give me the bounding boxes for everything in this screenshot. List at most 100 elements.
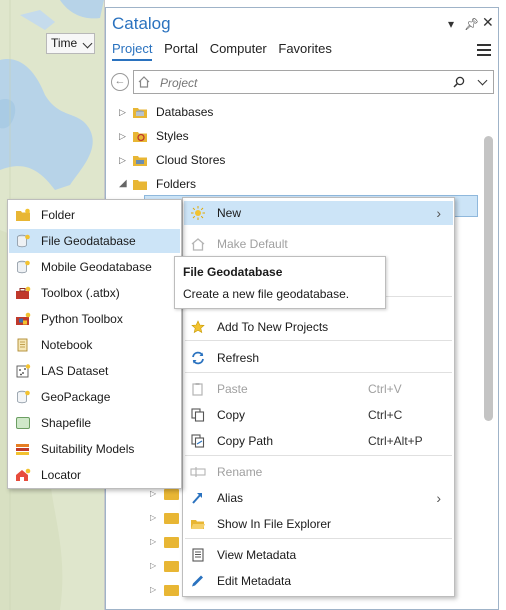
menu-separator xyxy=(185,340,452,341)
menu-item-label: New xyxy=(217,206,242,220)
tree-item-folders[interactable]: ◢ Folders xyxy=(106,173,476,195)
expand-icon[interactable]: ▷ xyxy=(119,149,126,171)
copy-path-icon xyxy=(191,434,205,448)
time-dropdown[interactable]: Time xyxy=(46,33,95,54)
toolbox-icon xyxy=(16,286,31,299)
time-dropdown-label: Time xyxy=(51,36,78,50)
menu-item-python-toolbox[interactable]: Python Toolbox xyxy=(9,307,180,331)
menu-item-label: Copy Path xyxy=(217,434,274,448)
tree-item-label: Folders xyxy=(156,177,197,191)
expand-icon[interactable]: ▷ xyxy=(150,489,156,498)
tree-item-styles[interactable]: ▷ Styles xyxy=(106,125,476,147)
folder-open-icon xyxy=(191,520,205,529)
menu-item-locator[interactable]: Locator xyxy=(9,463,180,487)
tooltip-title: File Geodatabase xyxy=(183,265,283,279)
chevron-right-icon: › xyxy=(436,490,441,506)
menu-item-label: Shapefile xyxy=(41,416,92,430)
tree-item-cloud-stores[interactable]: ▷ Cloud Stores xyxy=(106,149,476,171)
search-icon[interactable] xyxy=(453,76,465,88)
cloud-store-icon xyxy=(133,156,147,166)
menu-item-refresh[interactable]: Refresh xyxy=(184,346,453,370)
collapse-icon[interactable]: ◢ xyxy=(119,173,127,195)
menu-separator xyxy=(185,455,452,456)
menu-item-label: View Metadata xyxy=(217,548,297,562)
menu-item-label: Show In File Explorer xyxy=(217,517,332,531)
home-icon xyxy=(191,238,205,251)
expand-icon[interactable]: ▷ xyxy=(119,125,126,147)
folders-icon xyxy=(133,180,147,190)
tab-favorites[interactable]: Favorites xyxy=(278,41,331,56)
styles-icon xyxy=(133,132,147,142)
pin-icon[interactable]: 📌︎ xyxy=(464,17,479,31)
menu-item-label: GeoPackage xyxy=(41,390,111,404)
tab-project[interactable]: Project xyxy=(112,41,153,61)
geopackage-icon xyxy=(17,390,30,404)
menu-item-geopackage[interactable]: GeoPackage xyxy=(9,385,180,409)
menu-separator xyxy=(185,538,452,539)
menu-separator xyxy=(185,372,452,373)
menu-item-view-metadata[interactable]: View Metadata xyxy=(184,543,453,567)
menu-item-label: Toolbox (.atbx) xyxy=(41,286,120,300)
menu-item-make-default[interactable]: Make Default xyxy=(184,232,453,256)
menu-item-suitability-models[interactable]: Suitability Models xyxy=(9,437,180,461)
folder-icon xyxy=(164,513,179,524)
menu-item-toolbox[interactable]: Toolbox (.atbx) xyxy=(9,281,180,305)
menu-item-add-to-new-projects[interactable]: Add To New Projects xyxy=(184,315,453,339)
menu-item-label: Make Default xyxy=(217,237,288,251)
new-icon xyxy=(191,206,205,220)
back-button[interactable]: ← xyxy=(111,73,129,91)
menu-item-edit-metadata[interactable]: Edit Metadata xyxy=(184,569,453,593)
expand-icon[interactable]: ▷ xyxy=(119,101,126,123)
menu-item-label: Suitability Models xyxy=(41,442,135,456)
menu-item-file-geodatabase[interactable]: File Geodatabase xyxy=(9,229,180,253)
menu-item-new[interactable]: New › xyxy=(184,201,453,225)
folder-icon xyxy=(164,537,179,548)
folder-icon xyxy=(164,561,179,572)
close-icon[interactable]: ✕ xyxy=(482,14,494,31)
expand-icon[interactable]: ▷ xyxy=(150,513,156,522)
shapefile-icon xyxy=(16,417,30,429)
tab-portal[interactable]: Portal xyxy=(164,41,198,56)
catalog-tabs: Project Portal Computer Favorites xyxy=(112,41,340,61)
menu-item-shapefile[interactable]: Shapefile xyxy=(9,411,180,435)
menu-item-mobile-geodatabase[interactable]: Mobile Geodatabase xyxy=(9,255,180,279)
menu-item-notebook[interactable]: Notebook xyxy=(9,333,180,357)
home-icon xyxy=(138,76,150,88)
chevron-down-icon[interactable]: ▾ xyxy=(448,17,454,31)
expand-icon[interactable]: ▷ xyxy=(150,561,156,570)
menu-item-paste[interactable]: Paste Ctrl+V xyxy=(184,377,453,401)
menu-item-label: Paste xyxy=(217,382,248,396)
menu-item-las-dataset[interactable]: LAS Dataset xyxy=(9,359,180,383)
search-input[interactable] xyxy=(158,73,432,93)
pane-title: Catalog xyxy=(112,14,171,33)
menu-item-label: Mobile Geodatabase xyxy=(41,260,152,274)
folder-new-icon xyxy=(16,208,30,221)
locator-icon xyxy=(16,468,31,481)
menu-item-folder[interactable]: Folder xyxy=(9,203,180,227)
folder-icon xyxy=(164,585,179,596)
chevron-down-icon xyxy=(82,38,93,49)
refresh-icon xyxy=(192,351,204,365)
alias-arrow-icon xyxy=(192,493,202,504)
pencil-icon xyxy=(192,575,203,587)
menu-item-label: Locator xyxy=(41,468,82,482)
menu-item-shortcut: Ctrl+Alt+P xyxy=(368,434,423,448)
expand-icon[interactable]: ▷ xyxy=(150,585,156,594)
tooltip-description: Create a new file geodatabase. xyxy=(183,287,350,301)
menu-item-label: Python Toolbox xyxy=(41,312,123,326)
menu-item-rename[interactable]: Rename xyxy=(184,460,453,484)
expand-icon[interactable]: ▷ xyxy=(150,537,156,546)
python-toolbox-icon xyxy=(16,312,31,325)
scrollbar[interactable] xyxy=(484,136,493,421)
tab-computer[interactable]: Computer xyxy=(210,41,267,56)
chevron-right-icon: › xyxy=(436,205,441,221)
menu-item-copy-path[interactable]: Copy Path Ctrl+Alt+P xyxy=(184,429,453,453)
menu-item-show-in-file-explorer[interactable]: Show In File Explorer xyxy=(184,512,453,536)
tree-item-databases[interactable]: ▷ Databases xyxy=(106,101,476,123)
chevron-down-icon[interactable] xyxy=(477,75,488,86)
menu-item-copy[interactable]: Copy Ctrl+C xyxy=(184,403,453,427)
menu-item-alias[interactable]: Alias › xyxy=(184,486,453,510)
menu-icon[interactable] xyxy=(477,44,491,59)
menu-item-label: Alias xyxy=(217,491,244,505)
menu-item-shortcut: Ctrl+C xyxy=(368,408,403,422)
